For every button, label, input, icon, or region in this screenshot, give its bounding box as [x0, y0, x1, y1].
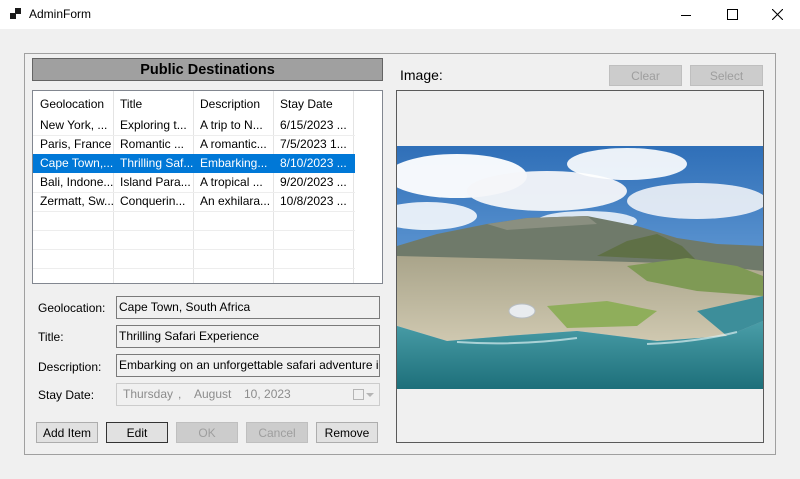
cell-stay-date: 10/8/2023 ... [280, 194, 347, 208]
cell-title: Exploring t... [120, 118, 187, 132]
cell-stay-date: 8/10/2023 ... [280, 156, 347, 170]
cell-stay-date: 6/15/2023 ... [280, 118, 347, 132]
window-title: AdminForm [29, 7, 92, 21]
stay-date-picker[interactable]: Thursday , August 10, 2023 [116, 383, 380, 406]
image-preview [396, 90, 764, 443]
cell-title: Romantic ... [120, 137, 185, 151]
cancel-button[interactable]: Cancel [246, 422, 308, 443]
remove-button[interactable]: Remove [316, 422, 378, 443]
minimize-button[interactable] [663, 0, 709, 29]
cell-title: Island Para... [120, 175, 191, 189]
cell-geolocation: New York, ... [40, 118, 108, 132]
cell-stay-date: 7/5/2023 1... [280, 137, 347, 151]
table-row[interactable]: Zermatt, Sw... Conquerin... An exhilara.… [33, 192, 355, 211]
calendar-icon [353, 389, 364, 400]
minimize-icon [681, 14, 691, 16]
column-header-description[interactable]: Description [193, 91, 260, 117]
maximize-icon [726, 9, 738, 20]
title-field[interactable]: Thrilling Safari Experience [116, 325, 380, 348]
close-button[interactable] [754, 0, 800, 29]
cell-stay-date: 9/20/2023 ... [280, 175, 347, 189]
ok-button[interactable]: OK [176, 422, 238, 443]
cell-description: Embarking... [200, 156, 268, 170]
edit-button[interactable]: Edit [106, 422, 168, 443]
select-button[interactable]: Select [690, 65, 763, 86]
destination-photo [397, 146, 763, 389]
grid-header: Geolocation Title Description Stay Date [33, 91, 382, 117]
add-item-button[interactable]: Add Item [36, 422, 98, 443]
cell-geolocation: Paris, France [40, 137, 112, 151]
date-month: August [194, 387, 232, 401]
maximize-button[interactable] [709, 0, 755, 29]
cell-title: Thrilling Saf... [120, 156, 193, 170]
date-separator: , [178, 387, 182, 401]
table-row[interactable]: Bali, Indone... Island Para... A tropica… [33, 173, 355, 192]
geolocation-field[interactable]: Cape Town, South Africa [116, 296, 380, 319]
cell-description: A trip to N... [200, 118, 263, 132]
app-icon [10, 8, 22, 20]
destinations-grid[interactable]: Geolocation Title Description Stay Date … [32, 90, 383, 284]
title-label: Title: [38, 330, 64, 344]
page-title: Public Destinations [32, 58, 383, 81]
table-row[interactable]: Paris, France Romantic ... A romantic...… [33, 135, 355, 154]
cell-description: An exhilara... [200, 194, 271, 208]
cell-description: A romantic... [200, 137, 267, 151]
chevron-down-icon [366, 393, 374, 397]
cell-geolocation: Cape Town,... [40, 156, 113, 170]
stay-date-label: Stay Date: [38, 388, 95, 402]
cell-geolocation: Bali, Indone... [40, 175, 113, 189]
title-bar: AdminForm [0, 0, 800, 29]
cell-title: Conquerin... [120, 194, 186, 208]
close-icon [771, 9, 783, 20]
column-header-stay-date[interactable]: Stay Date [273, 91, 333, 117]
cell-geolocation: Zermatt, Sw... [40, 194, 113, 208]
geolocation-label: Geolocation: [38, 301, 106, 315]
description-label: Description: [38, 360, 102, 374]
table-row[interactable]: New York, ... Exploring t... A trip to N… [33, 116, 355, 135]
cell-description: A tropical ... [200, 175, 263, 189]
image-label: Image: [400, 67, 443, 83]
date-weekday: Thursday [123, 387, 174, 401]
clear-button[interactable]: Clear [609, 65, 682, 86]
description-field[interactable]: Embarking on an unforgettable safari adv… [116, 354, 380, 377]
column-header-title[interactable]: Title [113, 91, 142, 117]
column-header-geolocation[interactable]: Geolocation [33, 91, 104, 117]
date-day-year: 10, 2023 [244, 387, 291, 401]
table-row-selected[interactable]: Cape Town,... Thrilling Saf... Embarking… [33, 154, 355, 173]
